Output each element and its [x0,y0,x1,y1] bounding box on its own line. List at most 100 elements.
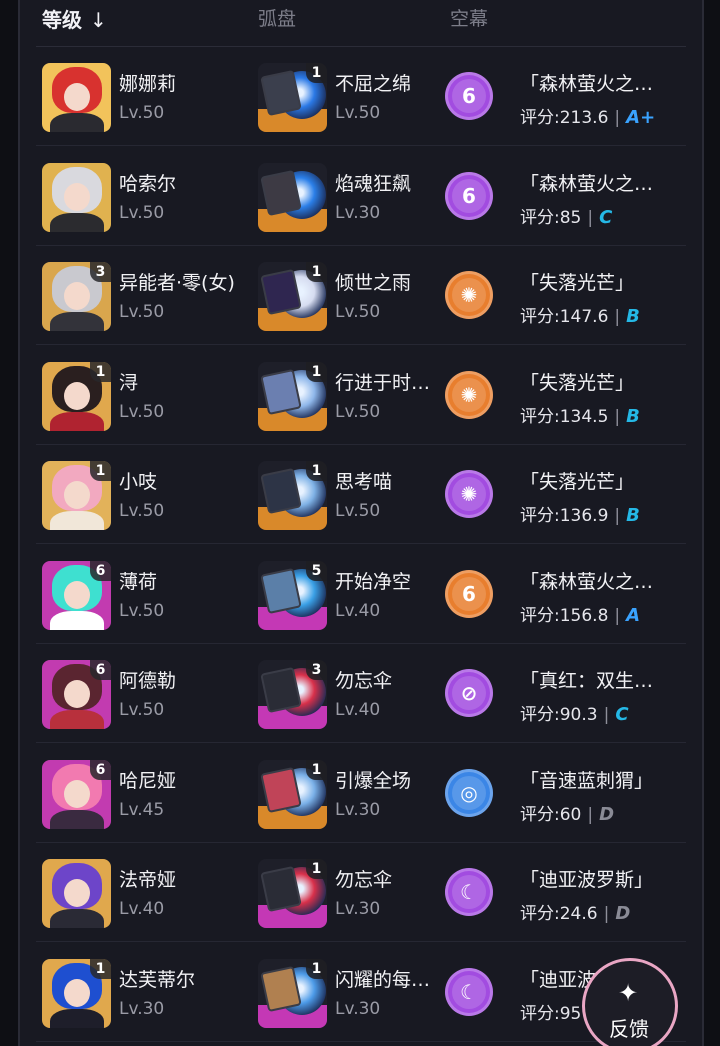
disc-level: Lv.40 [335,600,381,621]
agent-avatar[interactable]: 6 [42,560,111,630]
screen-set-name: 「森林萤火之… [520,172,654,195]
agent-avatar[interactable]: 1 [42,461,111,530]
table-row[interactable]: 6 哈尼娅 Lv.45 1 引爆全场 Lv.30 ◎ 「音速蓝刺猬」 评分:60… [36,744,686,843]
level-header-label: 等级 [42,8,82,32]
table-row[interactable]: 6 阿德勒 Lv.50 3 勿忘伞 Lv.40 ⊘ 「真红：双生… 评分:90.… [36,644,686,743]
disc-image[interactable]: 1 [258,461,327,530]
disc-image[interactable]: 1 [258,859,327,928]
agent-level: Lv.30 [119,998,165,1019]
feedback-button[interactable]: ✦ 反馈 [582,958,678,1046]
score-value: 评分:134.5 [520,406,609,427]
score-value: 评分:147.6 [520,307,609,327]
table-row[interactable]: 哈索尔 Lv.50 焰魂狂飙 Lv.30 6 「森林萤火之… 评分:85 | C [36,147,686,246]
score-separator: | [614,307,621,327]
disc-level: Lv.30 [335,799,381,820]
screen-medal[interactable]: ✺ [445,470,493,518]
disc-rank-badge: 1 [306,262,327,282]
score-separator: | [603,904,610,924]
agent-name: 阿德勒 [119,670,177,692]
disc-image[interactable]: 1 [258,63,327,132]
disc-rank-badge: 1 [306,958,327,979]
score-value: 评分:24.6 [520,904,598,924]
disc-level: Lv.50 [335,501,381,521]
score-value: 评分:90.3 [520,705,598,725]
score-separator: | [587,804,594,825]
slash-compass-icon: ⊘ [452,676,486,710]
disc-name: 开始净空 [335,570,412,593]
agent-level: Lv.50 [119,302,165,322]
table-row[interactable]: 法帝娅 Lv.40 1 勿忘伞 Lv.30 ☾ 「迪亚波罗斯」 评分:24.6 |… [36,843,686,942]
agent-level: Lv.45 [119,799,165,820]
screen-medal[interactable]: ☾ [445,868,493,916]
agent-name: 达芙蒂尔 [119,968,196,991]
screen-medal[interactable]: 6 [445,569,493,618]
disc-name: 闪耀的每… [335,968,431,991]
screen-score: 评分:213.6 | A+ [520,103,655,128]
agent-avatar[interactable]: 6 [42,759,111,829]
disc-name: 行进于时… [335,371,431,394]
screen-medal[interactable]: ✺ [445,370,493,419]
table-row[interactable]: 1 小吱 Lv.50 1 思考喵 Lv.50 ✺ 「失落光芒」 评分:136.9… [36,445,686,544]
disc-name: 思考喵 [335,471,393,493]
score-separator: | [587,207,594,228]
agent-avatar[interactable]: 3 [42,262,111,331]
disc-image[interactable]: 1 [258,958,327,1028]
disc-image[interactable]: 3 [258,660,327,729]
screen-header: 空幕 [450,8,489,30]
agent-name: 娜娜莉 [119,73,177,95]
screen-score: 评分:60 | D [520,800,614,825]
screen-medal[interactable]: ⊘ [445,669,493,717]
agent-name: 哈索尔 [119,172,177,195]
screen-medal[interactable]: ☾ [445,967,493,1016]
score-value: 评分:60 [520,804,582,825]
agent-level: Lv.50 [119,202,165,223]
score-grade: D [615,903,631,924]
feather-icon: ✦ [618,979,639,1007]
disc-level: Lv.50 [335,401,381,422]
agent-avatar[interactable]: 1 [42,361,111,431]
disc-image[interactable]: 5 [258,560,327,630]
score-value: 评分:213.6 [520,108,609,128]
screen-set-name: 「真红：双生… [520,670,654,692]
agent-level: Lv.50 [119,600,165,621]
sun-gear-icon: ✺ [452,278,486,312]
agent-avatar[interactable] [42,63,111,132]
screen-medal[interactable]: ◎ [445,768,493,817]
disc-image[interactable]: 1 [258,361,327,431]
agent-avatar[interactable]: 1 [42,958,111,1028]
disc-rank-badge: 1 [306,361,327,382]
disc-name: 勿忘伞 [335,670,393,692]
agent-level: Lv.50 [119,103,165,123]
disc-image[interactable]: 1 [258,262,327,331]
sort-arrow-icon: ↓ [90,8,107,32]
table-row[interactable]: 6 薄荷 Lv.50 5 开始净空 Lv.40 6 「森林萤火之… 评分:156… [36,545,686,644]
screen-score: 评分:85 | C [520,203,612,228]
agent-rank-badge: 6 [90,660,111,680]
screen-medal[interactable]: 6 [445,72,493,120]
agent-name: 薄荷 [119,570,158,593]
disc-image[interactable] [258,162,327,232]
disc-image[interactable]: 1 [258,759,327,829]
table-row[interactable]: 3 异能者·零(女) Lv.50 1 倾世之雨 Lv.50 ✺ 「失落光芒」 评… [36,246,686,345]
disc-name: 倾世之雨 [335,272,412,294]
screen-set-name: 「森林萤火之… [520,73,654,95]
score-value: 评分:136.9 [520,506,609,526]
disc-rank-badge: 3 [306,660,327,680]
screen-set-name: 「失落光芒」 [520,272,635,294]
agent-avatar[interactable]: 6 [42,660,111,729]
screen-set-name: 「迪亚波罗斯」 [520,869,654,891]
agent-level: Lv.40 [119,899,165,919]
agent-avatar[interactable] [42,162,111,232]
disc-rank-badge: 1 [306,759,327,780]
agent-avatar[interactable] [42,859,111,928]
table-row[interactable]: 1 浔 Lv.50 1 行进于时… Lv.50 ✺ 「失落光芒」 评分:134.… [36,346,686,445]
level-sort-header[interactable]: 等级 ↓ [42,4,107,33]
screen-medal[interactable]: 6 [445,171,493,220]
disc-name: 不屈之绵 [335,73,412,95]
agent-rank-badge: 1 [90,461,111,481]
screen-medal[interactable]: ✺ [445,271,493,319]
score-value: 评分:95 [520,1003,582,1024]
screen-set-name: 「失落光芒」 [520,471,635,493]
table-row[interactable]: 娜娜莉 Lv.50 1 不屈之绵 Lv.50 6 「森林萤火之… 评分:213.… [36,47,686,146]
score-grade: C [615,704,629,725]
